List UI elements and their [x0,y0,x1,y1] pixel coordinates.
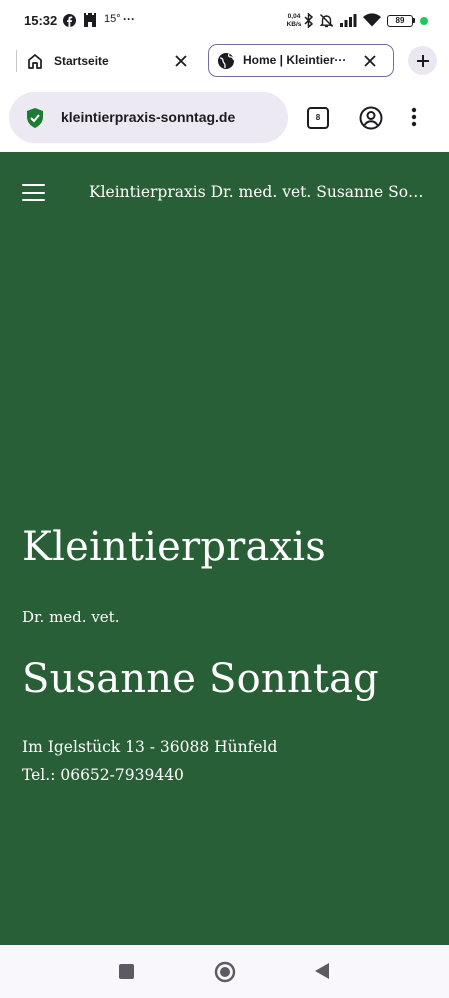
tab-startseite[interactable]: Startseite [18,44,198,78]
more-vert-icon[interactable] [411,107,417,132]
status-time: 15:32 [24,13,58,28]
network-speed-unit: KB/s [286,21,302,28]
globe-icon [217,52,235,75]
temperature: 15° [104,13,121,25]
tab-divider [16,50,17,72]
home-button[interactable] [214,961,236,988]
shield-check-icon[interactable] [25,107,45,134]
close-icon[interactable] [361,52,379,75]
system-nav-bar [0,945,449,998]
address-bar-row: kleintierpraxis-sonntag.de 8 [0,82,449,152]
website-hero: Kleintierpraxis Dr. med. vet. Susanne So… [0,152,449,945]
new-tab-button[interactable] [408,46,437,75]
home-icon [26,52,44,75]
bluetooth-icon [304,12,314,28]
tab-switcher-button[interactable]: 8 [307,107,329,129]
back-button[interactable] [314,962,330,985]
wifi-icon [363,12,381,28]
hero-heading: Kleintierpraxis [22,524,327,570]
hero-address: Im Igelstück 13 - 36088 Hünfeld [22,738,278,756]
home-circle-icon [214,961,236,983]
close-icon[interactable] [172,52,190,75]
status-more: ··· [123,12,135,26]
hero-name: Susanne Sonntag [22,656,379,702]
castle-icon [84,12,96,28]
tab-label: Startseite [54,54,109,68]
recents-button[interactable] [119,964,134,979]
battery-level: 89 [395,16,405,25]
site-header-title[interactable]: Kleintierpraxis Dr. med. vet. Susanne So… [89,183,429,201]
signal-icon [340,12,358,28]
hamburger-menu-icon[interactable] [22,184,45,202]
tab-count: 8 [315,113,321,122]
network-speed-value: 0,04 [287,13,301,20]
tab-label: Home | Kleintier··· [243,53,347,67]
plus-icon [416,54,429,67]
tab-home-kleintierpraxis[interactable]: Home | Kleintier··· [208,44,394,77]
hero-academic-title: Dr. med. vet. [22,608,120,626]
battery-icon: 89 [387,15,413,27]
network-speed: 0,04 KB/s [284,13,304,29]
status-bar: 15:32 15° ··· 0,04 KB/s 89 [0,0,449,40]
address-bar[interactable]: kleintierpraxis-sonntag.de [9,92,288,143]
back-triangle-icon [315,963,329,979]
privacy-indicator-dot [420,17,428,25]
tab-strip: Startseite Home | Kleintier··· [0,40,449,82]
hero-phone[interactable]: Tel.: 06652-7939440 [22,766,184,784]
facebook-icon [63,12,76,28]
battery-tip [413,18,415,23]
bell-off-icon [319,12,334,28]
url-text: kleintierpraxis-sonntag.de [61,109,236,125]
account-icon[interactable] [359,106,383,135]
